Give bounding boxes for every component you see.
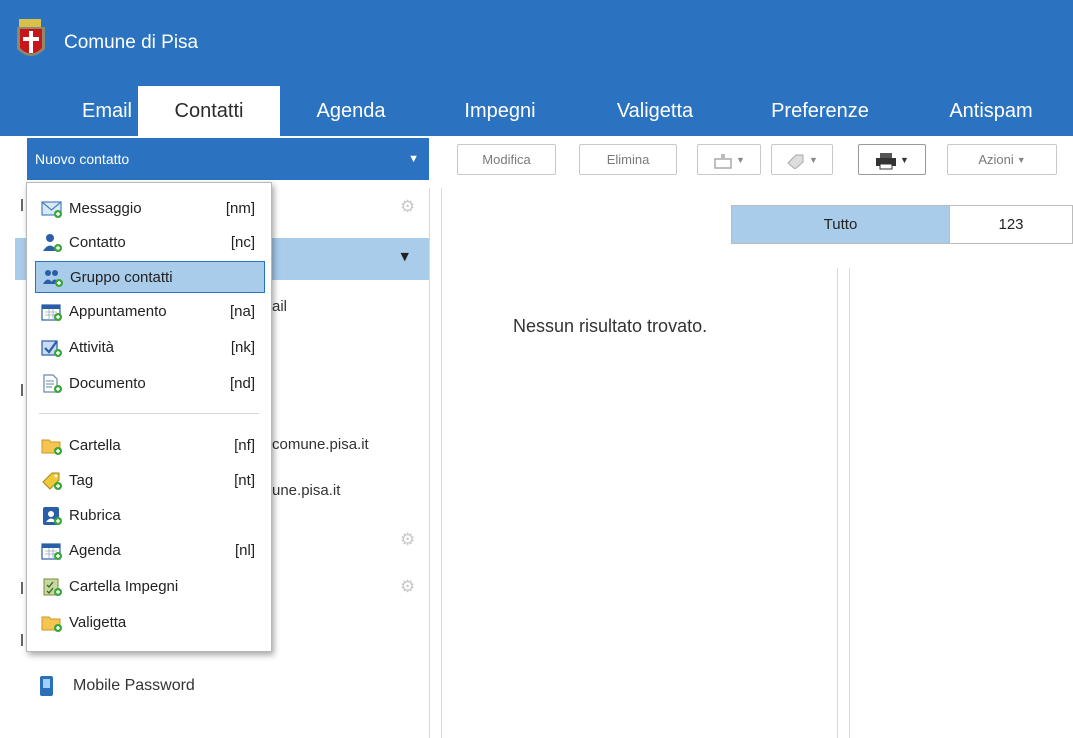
- menu-item-calendar[interactable]: Agenda [nl]: [35, 535, 265, 567]
- menu-item-tag[interactable]: Tag [nt]: [35, 465, 265, 497]
- empty-list-message: Nessun risultato trovato.: [513, 316, 708, 336]
- tree-item-label[interactable]: une.pisa.it: [272, 482, 340, 499]
- new-item-dropdown[interactable]: Nuovo contatto ▼: [27, 138, 429, 180]
- menu-item-folder[interactable]: Cartella [nf]: [35, 430, 265, 462]
- menu-item-task[interactable]: Attività [nk]: [35, 332, 265, 364]
- menu-item-label: Attività: [69, 339, 115, 356]
- menu-item-shortcut: [nt]: [234, 472, 255, 489]
- addressbook-icon: [43, 507, 62, 525]
- menu-item-contact[interactable]: Contatto [nc]: [35, 227, 265, 259]
- menu-separator: [39, 413, 259, 414]
- envelope-icon: [41, 201, 62, 218]
- printer-icon: [876, 152, 897, 170]
- move-button[interactable]: ▼: [697, 144, 761, 175]
- app-title: Comune di Pisa: [64, 32, 199, 53]
- tree-item-label[interactable]: ail: [272, 298, 287, 315]
- tab-antispam[interactable]: Antispam: [922, 86, 1060, 136]
- document-icon: [43, 374, 62, 393]
- chevron-down-icon: ▼: [736, 155, 745, 166]
- menu-item-label: Contatto: [69, 234, 126, 251]
- menu-item-briefcase[interactable]: Valigetta: [35, 607, 265, 639]
- menu-item-contact-group[interactable]: Gruppo contatti: [35, 261, 265, 293]
- chevron-down-icon: ▼: [809, 155, 818, 166]
- menu-item-shortcut: [nd]: [229, 375, 255, 392]
- tab-preferences[interactable]: Preferenze: [750, 86, 890, 136]
- tag-icon: [42, 472, 62, 490]
- print-button[interactable]: ▼: [858, 144, 926, 175]
- tab-calendar[interactable]: Agenda: [296, 86, 406, 136]
- menu-item-label: Valigetta: [69, 614, 127, 631]
- calendar-icon: [41, 543, 62, 560]
- tree-item-label[interactable]: comune.pisa.it: [272, 436, 369, 453]
- mobile-password-label: Mobile Password: [73, 677, 195, 695]
- tree-expander[interactable]: [21, 634, 23, 646]
- tree-expander[interactable]: [21, 199, 23, 211]
- chevron-down-icon: ▼: [408, 153, 419, 165]
- briefcase-folder-icon: [41, 616, 62, 632]
- new-item-menu: Messaggio [nm] Contatto [nc] Gruppo cont…: [26, 182, 272, 652]
- tree-expander[interactable]: [21, 384, 23, 396]
- actions-button[interactable]: Azioni ▼: [947, 144, 1057, 175]
- menu-item-label: Gruppo contatti: [70, 269, 173, 286]
- main-tabs: Email Contatti Agenda Impegni Valigetta …: [0, 86, 1073, 136]
- menu-item-label: Tag: [69, 472, 94, 489]
- menu-item-appointment[interactable]: Appuntamento [na]: [35, 296, 265, 328]
- menu-item-label: Cartella Impegni: [69, 578, 179, 595]
- actions-label: Azioni: [978, 152, 1014, 167]
- tab-briefcase[interactable]: Valigetta: [590, 86, 720, 136]
- delete-button[interactable]: Elimina: [579, 144, 677, 175]
- tree-expander[interactable]: [21, 582, 23, 594]
- mobile-password-item[interactable]: Mobile Password: [40, 676, 195, 696]
- pane-divider: [441, 188, 442, 738]
- city-crest-logo-icon: [17, 19, 45, 56]
- menu-item-document[interactable]: Documento [nd]: [35, 368, 265, 400]
- tag-button[interactable]: ▼: [771, 144, 833, 175]
- calendar-icon: [41, 304, 62, 321]
- menu-item-label: Appuntamento: [69, 303, 167, 320]
- edit-button[interactable]: Modifica: [457, 144, 556, 175]
- menu-item-task-folder[interactable]: Cartella Impegni: [35, 571, 265, 603]
- alpha-filter: Tutto 123: [731, 205, 1073, 244]
- menu-item-label: Cartella: [69, 437, 121, 454]
- gear-icon[interactable]: ⚙: [400, 198, 418, 216]
- filter-numbers-button[interactable]: 123: [950, 206, 1072, 243]
- menu-item-shortcut: [nm]: [225, 200, 255, 217]
- menu-item-message[interactable]: Messaggio [nm]: [35, 193, 265, 225]
- mobile-phone-icon: [40, 676, 53, 696]
- move-folder-icon: [714, 153, 732, 169]
- chevron-down-icon: ▼: [1016, 155, 1026, 166]
- menu-item-shortcut: [na]: [229, 303, 255, 320]
- menu-item-addressbook[interactable]: Rubrica: [35, 500, 265, 532]
- gear-icon[interactable]: ⚙: [400, 531, 418, 549]
- chevron-down-icon[interactable]: ▼: [401, 250, 409, 263]
- tag-icon: [787, 154, 804, 170]
- tab-contacts[interactable]: Contatti: [138, 86, 280, 136]
- pane-divider: [837, 268, 838, 738]
- pane-divider: [849, 268, 850, 738]
- menu-item-label: Agenda: [69, 542, 121, 559]
- menu-item-shortcut: [nc]: [230, 234, 255, 251]
- folder-icon: [41, 439, 62, 455]
- menu-item-shortcut: [nl]: [234, 542, 255, 559]
- chevron-down-icon: ▼: [900, 155, 909, 166]
- menu-item-label: Messaggio: [69, 200, 142, 217]
- contact-group-icon: [43, 270, 63, 287]
- task-icon: [41, 340, 62, 357]
- filter-all-button[interactable]: Tutto: [732, 206, 950, 243]
- menu-item-shortcut: [nk]: [230, 339, 255, 356]
- new-item-label: Nuovo contatto: [35, 151, 130, 167]
- menu-item-shortcut: [nf]: [234, 437, 255, 454]
- contact-icon: [43, 234, 62, 252]
- menu-item-label: Rubrica: [69, 507, 121, 524]
- menu-item-label: Documento: [69, 375, 146, 392]
- task-folder-icon: [43, 578, 62, 596]
- gear-icon[interactable]: ⚙: [400, 578, 418, 596]
- tab-tasks[interactable]: Impegni: [440, 86, 560, 136]
- app-header: Comune di Pisa Email Contatti Agenda Imp…: [0, 0, 1073, 136]
